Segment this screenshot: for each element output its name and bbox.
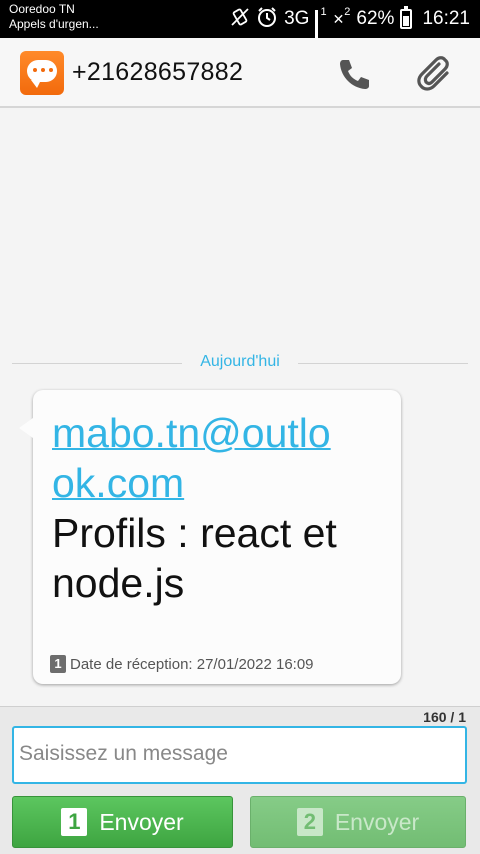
send-sim2-label: Envoyer <box>334 808 420 835</box>
attach-icon[interactable] <box>414 52 458 96</box>
message-meta: 1 Date de réception: 27/01/2022 16:09 <box>50 655 314 673</box>
phone-icon[interactable] <box>332 52 376 96</box>
alarm-icon <box>256 6 278 33</box>
contact-number[interactable]: +21628657882 <box>72 58 243 87</box>
carrier-name: Ooredoo TN <box>9 2 75 16</box>
send-sim1-label: Envoyer <box>99 808 184 835</box>
message-bubble[interactable]: mabo.tn@outlo ok.com Profils : react et … <box>19 390 401 684</box>
conversation-header: +21628657882 <box>0 38 480 108</box>
conversation-area[interactable]: Aujourd'hui mabo.tn@outlo ok.com Profils… <box>0 108 480 706</box>
messages-app-icon[interactable] <box>20 51 64 95</box>
message-body: mabo.tn@outlo ok.com Profils : react et … <box>52 408 392 608</box>
battery-percent: 62% <box>356 8 395 29</box>
status-bar: Ooredoo TN Appels d'urgen... 3G 1 ✕ 2 62… <box>0 0 480 54</box>
sim-badge-icon: 1 <box>50 655 66 673</box>
send-sim2-button[interactable]: 2 Envoyer <box>250 796 466 848</box>
char-counter: 160 / 1 <box>423 709 466 725</box>
clock: 16:21 <box>422 8 470 29</box>
date-separator: Aujourd'hui <box>12 353 468 373</box>
sim2-label: 2 <box>344 6 351 18</box>
network-type: 3G <box>284 8 310 29</box>
email-link-part1[interactable]: mabo.tn@outlo <box>52 410 331 456</box>
received-date: Date de réception: 27/01/2022 16:09 <box>70 655 314 673</box>
compose-area: 160 / 1 Saisissez un message 1 Envoyer 2… <box>0 706 480 854</box>
signal-sim2-icon: ✕ <box>332 11 345 27</box>
sim1-icon: 1 <box>61 808 88 836</box>
battery-icon <box>400 6 413 29</box>
carrier-info: Ooredoo TN Appels d'urgen... <box>9 2 99 32</box>
sim1-label: 1 <box>320 6 327 18</box>
status-icons: 3G 1 ✕ 2 62% 16:21 <box>230 0 470 54</box>
sim2-icon: 2 <box>296 808 323 836</box>
date-separator-label: Aujourd'hui <box>200 353 280 370</box>
carrier-emergency: Appels d'urgen... <box>9 17 99 31</box>
message-text-line2: node.js <box>52 560 185 606</box>
vibrate-icon <box>230 7 250 32</box>
signal-sim1-icon <box>315 10 319 54</box>
email-link-part2[interactable]: ok.com <box>52 460 184 506</box>
message-text-line1: Profils : react et <box>52 510 337 556</box>
send-sim1-button[interactable]: 1 Envoyer <box>12 796 233 848</box>
message-input[interactable]: Saisissez un message <box>12 726 467 784</box>
